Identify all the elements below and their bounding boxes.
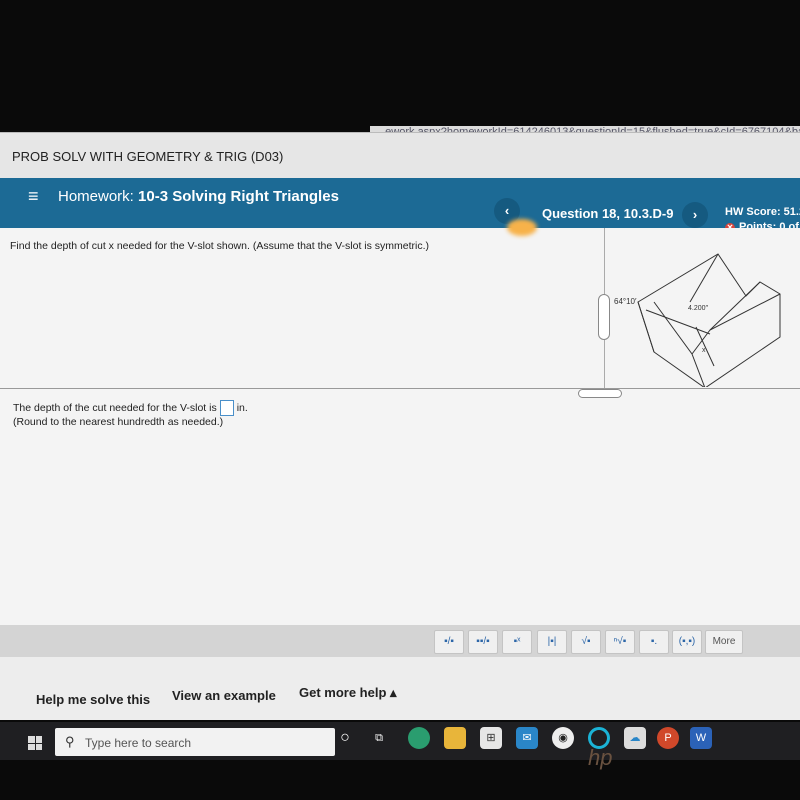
question-prompt: Find the depth of cut x needed for the V… — [10, 240, 430, 252]
mixed-number-icon[interactable]: ▪▪/▪ — [468, 630, 498, 654]
screen-glare — [507, 219, 537, 236]
assignment-name: 10-3 Solving Right Triangles — [138, 188, 339, 205]
question-label[interactable]: Question 18, 10.3.D-9 — [542, 206, 674, 221]
next-question-button[interactable]: › — [682, 202, 708, 228]
fraction-icon[interactable]: ▪/▪ — [434, 630, 464, 654]
hamburger-icon[interactable]: ≡ — [28, 186, 39, 207]
nth-root-icon[interactable]: ⁿ√▪ — [605, 630, 635, 654]
math-toolbar: ▪/▪ ▪▪/▪ ▪ˣ |▪| √▪ ⁿ√▪ ▪. (▪,▪) More — [0, 625, 800, 657]
view-example-button[interactable]: View an example — [172, 688, 276, 703]
exponent-icon[interactable]: ▪ˣ — [502, 630, 532, 654]
more-button[interactable]: More — [705, 630, 743, 654]
windows-start-icon[interactable] — [28, 736, 42, 750]
answer-line: The depth of the cut needed for the V-sl… — [13, 400, 248, 416]
get-more-help-button[interactable]: Get more help ▴ — [299, 685, 397, 701]
square-root-icon[interactable]: √▪ — [571, 630, 601, 654]
unknown-label: x — [702, 347, 706, 354]
course-title-bar: PROB SOLV WITH GEOMETRY & TRIG (D03) — [0, 132, 800, 178]
onedrive-icon[interactable]: ☁ — [624, 727, 646, 749]
taskbar-search[interactable]: ⚲ Type here to search — [55, 728, 335, 756]
answer-unit: in. — [236, 401, 248, 414]
ordered-pair-icon[interactable]: (▪,▪) — [672, 630, 702, 654]
search-placeholder: Type here to search — [85, 736, 192, 750]
windows-taskbar: ⚲ Type here to search ○ ⧉ ⊞ ✉ ◉ ☁ P W — [0, 722, 800, 760]
edge-icon[interactable] — [408, 727, 430, 749]
absolute-value-icon[interactable]: |▪| — [537, 630, 567, 654]
search-icon: ⚲ — [65, 734, 75, 749]
help-footer: Help me solve this View an example Get m… — [0, 657, 800, 720]
task-view-icon[interactable]: ⧉ — [368, 727, 390, 749]
course-title: PROB SOLV WITH GEOMETRY & TRIG (D03) — [12, 149, 284, 164]
mail-icon[interactable]: ✉ — [516, 727, 538, 749]
decimal-icon[interactable]: ▪. — [639, 630, 669, 654]
length-label: 4.200″ — [688, 305, 709, 312]
rounding-hint: (Round to the nearest hundredth as neede… — [13, 416, 224, 428]
horizontal-divider — [0, 388, 800, 389]
word-icon[interactable]: W — [690, 727, 712, 749]
vertical-resize-handle[interactable] — [598, 294, 610, 340]
answer-input[interactable] — [219, 400, 234, 416]
store-icon[interactable]: ⊞ — [480, 727, 502, 749]
homework-label: Homework: — [58, 188, 134, 205]
angle-label: 64°10′ — [614, 297, 637, 306]
help-me-solve-button[interactable]: Help me solve this — [36, 692, 150, 707]
powerpoint-icon[interactable]: P — [657, 727, 679, 749]
hp-logo: hp — [588, 745, 613, 770]
question-content: Find the depth of cut x needed for the V… — [0, 228, 800, 625]
app-icon[interactable]: ◉ — [552, 727, 574, 749]
horizontal-resize-handle[interactable] — [578, 389, 622, 398]
homework-header: ≡ Homework: 10-3 Solving Right Triangles… — [0, 178, 800, 233]
cortana-icon[interactable]: ○ — [334, 727, 356, 749]
file-explorer-icon[interactable] — [444, 727, 466, 749]
answer-prefix: The depth of the cut needed for the V-sl… — [13, 401, 217, 414]
hw-score: HW Score: 51.28 — [725, 206, 800, 218]
v-slot-figure: 64°10′ 4.200″ x — [614, 253, 781, 387]
assignment-title: Homework: 10-3 Solving Right Triangles — [58, 188, 339, 205]
